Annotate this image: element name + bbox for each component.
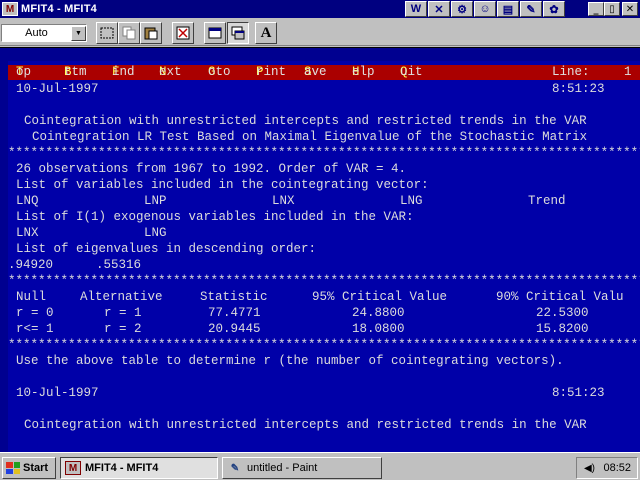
task-label: MFIT4 - MFIT4 bbox=[85, 462, 159, 474]
table-cell: 20.9445 bbox=[208, 322, 261, 336]
eigenvalue: .94920 bbox=[8, 258, 54, 272]
table-cell: r = 0 bbox=[16, 306, 54, 320]
maximize-button[interactable]: ▯ bbox=[604, 2, 620, 16]
task-mfit4[interactable]: M MFIT4 - MFIT4 bbox=[60, 457, 218, 479]
mark-icon bbox=[100, 27, 114, 39]
note-line: Use the above table to determine r (the … bbox=[16, 354, 564, 368]
system-tray: ◀) 08:52 bbox=[576, 457, 638, 479]
table-header-95cv: 95% Critical Value bbox=[312, 290, 448, 304]
mfit-icon: M bbox=[65, 461, 81, 475]
x-icon[interactable]: ✕ bbox=[428, 1, 450, 17]
tools-icon[interactable]: ✎ bbox=[520, 1, 542, 17]
paint-icon: ✎ bbox=[230, 462, 240, 474]
table-cell: r<= 1 bbox=[16, 322, 54, 336]
table-cell: 22.5300 bbox=[536, 306, 589, 320]
report-subheading: Cointegration LR Test Based on Maximal E… bbox=[32, 130, 588, 144]
copy-icon bbox=[122, 26, 136, 40]
font-button[interactable]: A bbox=[255, 22, 277, 44]
paste-button[interactable] bbox=[140, 22, 162, 44]
report-time: 8:51:23 bbox=[552, 82, 605, 96]
toolbar: Auto ▼ A bbox=[0, 18, 640, 46]
variable-name: LNP bbox=[144, 194, 167, 208]
clock[interactable]: 08:52 bbox=[603, 462, 631, 474]
report-date: 10-Jul-1997 bbox=[16, 386, 99, 400]
variable-name: LNQ bbox=[16, 194, 39, 208]
properties-button[interactable] bbox=[204, 22, 226, 44]
exogenous-variable: LNX bbox=[16, 226, 39, 240]
chevron-down-icon[interactable]: ▼ bbox=[71, 25, 86, 41]
font-size-value: Auto bbox=[25, 27, 48, 39]
start-button[interactable]: Start bbox=[2, 457, 56, 479]
report-heading: Cointegration with unrestricted intercep… bbox=[24, 114, 587, 128]
paste-icon bbox=[144, 27, 158, 40]
start-label: Start bbox=[23, 462, 49, 474]
table-cell: 77.4771 bbox=[208, 306, 261, 320]
table-cell: 18.0800 bbox=[352, 322, 405, 336]
app-icon[interactable]: M bbox=[2, 2, 18, 16]
task-label: untitled - Paint bbox=[247, 462, 318, 474]
mark-button[interactable] bbox=[96, 22, 118, 44]
exogenous-variable: LNG bbox=[144, 226, 167, 240]
font-icon: A bbox=[260, 24, 272, 41]
title-bar[interactable]: M MFIT4 - MFIT4 W ✕ ⚙ ☺ ▤ ✎ ✿ _ ▯ ✕ bbox=[0, 0, 640, 18]
menu-bar: Top Bttm Find Next Goto Print Save Help … bbox=[8, 65, 640, 80]
separator: ****************************************… bbox=[8, 274, 640, 288]
w-icon[interactable]: W bbox=[405, 1, 427, 17]
font-size-select[interactable]: Auto ▼ bbox=[1, 24, 87, 42]
observations-line: 26 observations from 1967 to 1992. Order… bbox=[16, 162, 407, 176]
user-icon[interactable]: ☺ bbox=[474, 1, 496, 17]
table-cell: 15.8200 bbox=[536, 322, 589, 336]
task-paint[interactable]: ✎ untitled - Paint bbox=[222, 457, 382, 479]
table-header-null: Null bbox=[16, 290, 47, 304]
table-header-alternative: Alternative bbox=[80, 290, 163, 304]
separator: ****************************************… bbox=[8, 338, 640, 352]
window-buttons: _ ▯ ✕ bbox=[588, 2, 638, 16]
minimize-button[interactable]: _ bbox=[588, 2, 604, 16]
taskbar: Start M MFIT4 - MFIT4 ✎ untitled - Paint… bbox=[0, 452, 640, 480]
properties-icon bbox=[208, 27, 222, 39]
variable-name: LNX bbox=[272, 194, 295, 208]
speaker-icon[interactable]: ◀) bbox=[583, 462, 595, 474]
copy-button[interactable] bbox=[118, 22, 140, 44]
line-value: 1 bbox=[624, 65, 632, 79]
table-cell: 24.8800 bbox=[352, 306, 405, 320]
table-cell: r = 1 bbox=[104, 306, 142, 320]
window-title: MFIT4 - MFIT4 bbox=[21, 3, 97, 15]
table-header-90cv: 90% Critical Valu bbox=[496, 290, 624, 304]
windows-logo-icon bbox=[6, 462, 20, 474]
exogenous-label: List of I(1) exogenous variables include… bbox=[16, 210, 414, 224]
line-label: Line: bbox=[552, 65, 590, 79]
report-heading: Cointegration with unrestricted intercep… bbox=[24, 418, 587, 432]
cog-icon[interactable]: ⚙ bbox=[451, 1, 473, 17]
table-header-statistic: Statistic bbox=[200, 290, 268, 304]
report-time: 8:51:23 bbox=[552, 386, 605, 400]
separator: ****************************************… bbox=[8, 146, 640, 160]
flower-icon[interactable]: ✿ bbox=[543, 1, 565, 17]
table-cell: r = 2 bbox=[104, 322, 142, 336]
eigenvalues-label: List of eigenvalues in descending order: bbox=[16, 242, 317, 256]
close-button[interactable]: ✕ bbox=[622, 2, 638, 16]
eigenvalue: .55316 bbox=[96, 258, 142, 272]
variable-name: Trend bbox=[528, 194, 566, 208]
fullscreen-icon bbox=[176, 26, 190, 40]
report-date: 10-Jul-1997 bbox=[16, 82, 99, 96]
variables-label: List of variables included in the cointe… bbox=[16, 178, 429, 192]
fullscreen-button[interactable] bbox=[172, 22, 194, 44]
save-icon[interactable]: ▤ bbox=[497, 1, 519, 17]
console-screen[interactable]: Top Bttm Find Next Goto Print Save Help … bbox=[8, 61, 640, 453]
title-toolbar-icons: W ✕ ⚙ ☺ ▤ ✎ ✿ bbox=[405, 1, 566, 17]
console-window[interactable]: Top Bttm Find Next Goto Print Save Help … bbox=[0, 47, 640, 453]
background-button[interactable] bbox=[227, 22, 249, 44]
background-icon bbox=[231, 26, 245, 40]
variable-name: LNG bbox=[400, 194, 423, 208]
